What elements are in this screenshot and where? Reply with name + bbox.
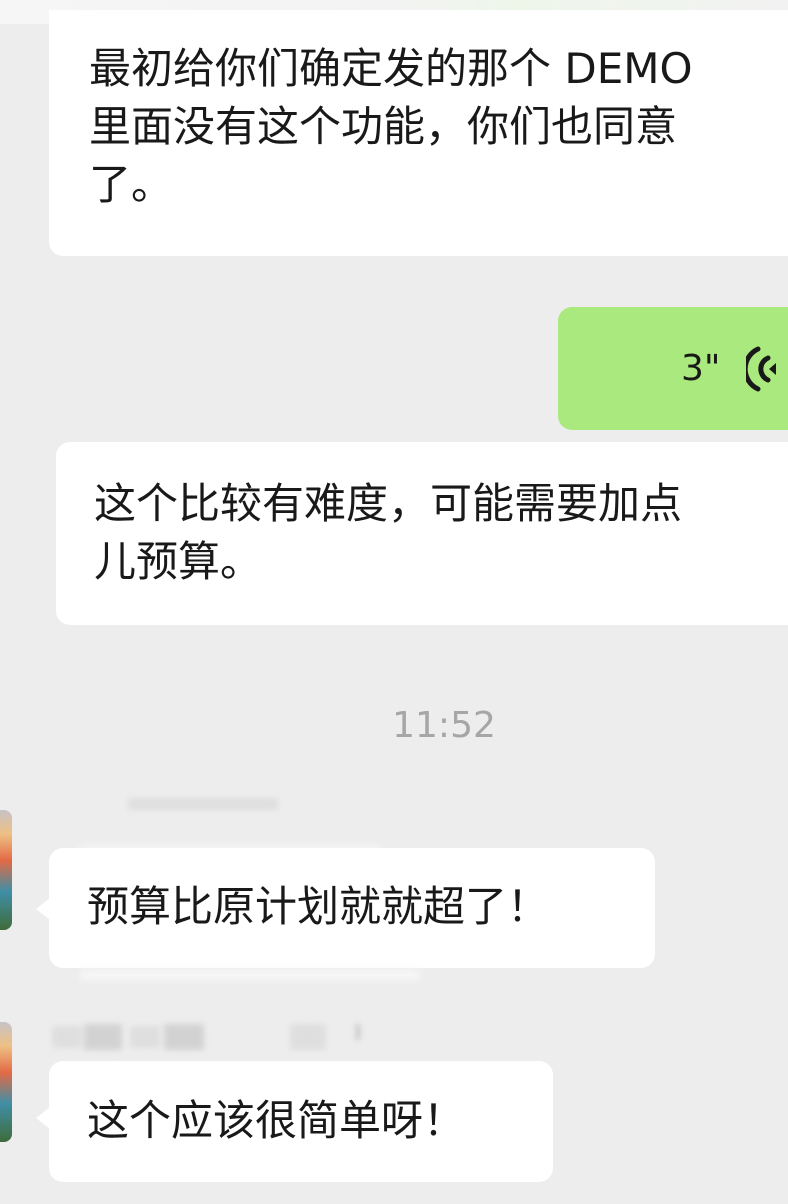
message-text-line: 这个比较有难度，可能需要加点 [94,479,683,528]
avatar[interactable] [0,810,12,930]
voice-duration: 3" [681,348,721,389]
bubble-tail [36,898,50,920]
message-bubble-incoming[interactable]: 预算比原计划就就超了！ [49,848,655,968]
redaction-blur [80,970,420,980]
message-text-line: 预算比原计划就就超了！ [87,882,550,931]
message-bubble-incoming[interactable]: 这个比较有难度，可能需要加点 儿预算。 [56,442,788,625]
message-text-line: 最初给你们确定发的那个 DEMO [89,44,693,93]
sender-name-redacted [52,1026,82,1048]
message-text-line: 这个应该很简单呀！ [87,1096,466,1145]
message-text-line: 里面没有这个功能，你们也同意 [89,102,678,151]
voice-wave-icon [746,346,776,392]
message-text-line: 儿预算。 [94,537,263,586]
sender-name-redacted [164,1024,204,1050]
message-bubble-incoming[interactable]: 最初给你们确定发的那个 DEMO 里面没有这个功能，你们也同意 了。 [49,10,788,256]
sender-name-redacted [356,1024,360,1040]
sender-name-redacted [128,798,278,810]
voice-message-bubble[interactable]: 3" [558,307,788,430]
message-bubble-incoming[interactable]: 这个应该很简单呀！ [49,1061,553,1182]
message-text-line: 了。 [89,160,174,209]
bubble-tail [36,1107,50,1129]
avatar[interactable] [0,1022,12,1142]
sender-name-redacted [84,1024,122,1050]
chat-timestamp: 11:52 [392,705,496,746]
sender-name-redacted [290,1024,326,1050]
sender-name-redacted [130,1026,160,1048]
